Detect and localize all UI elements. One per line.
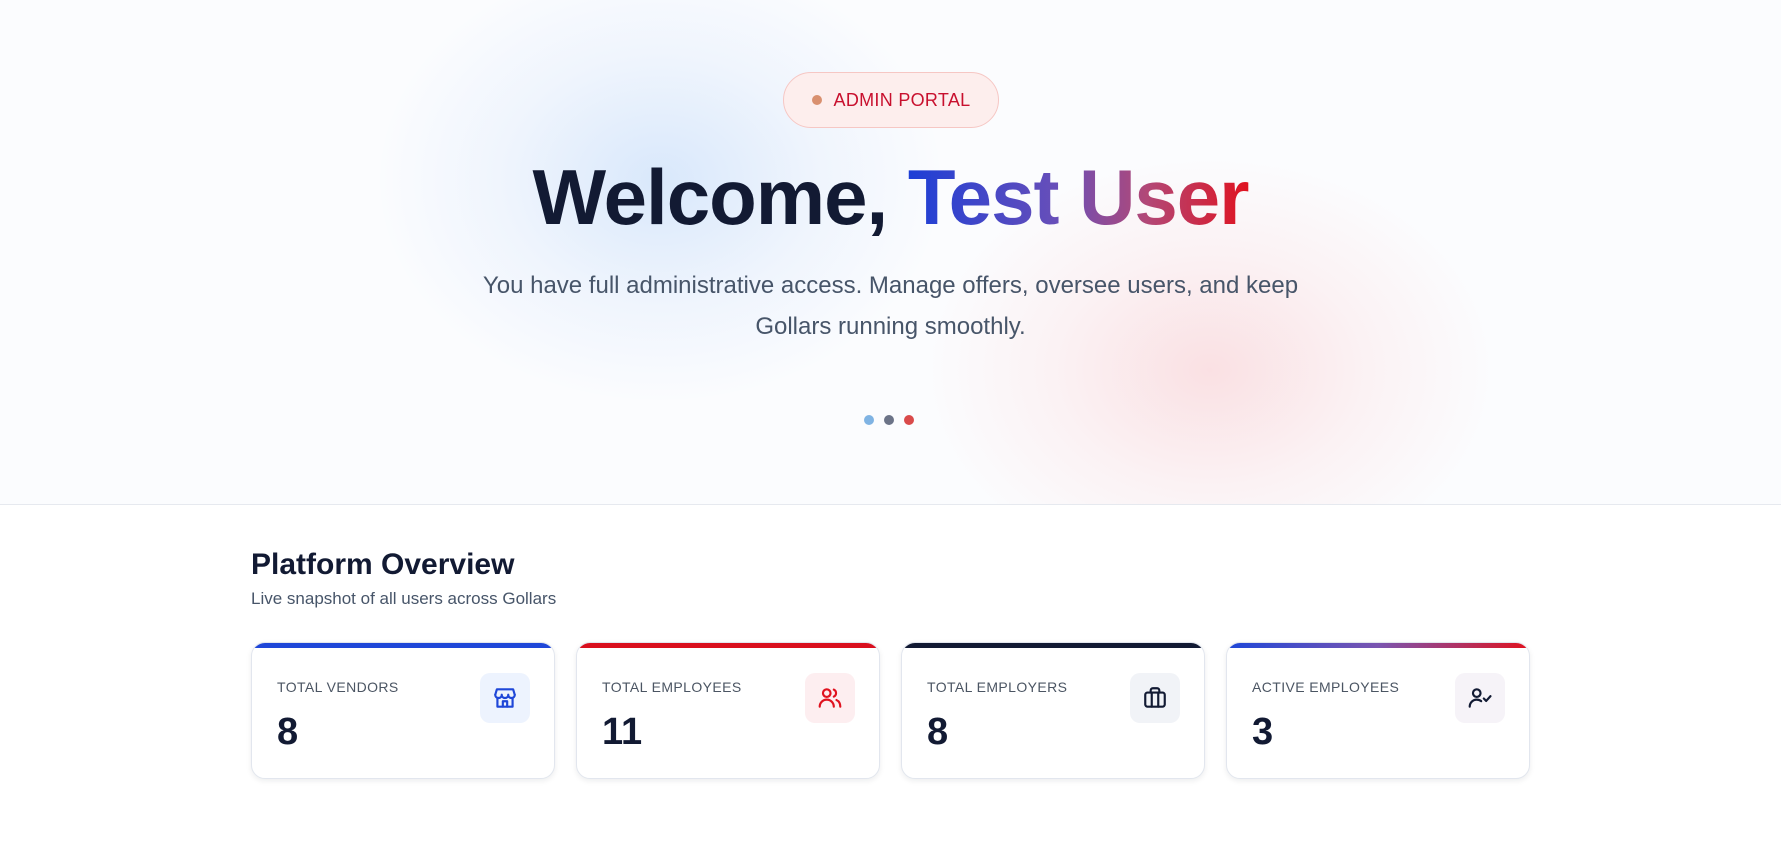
hero-section: ADMIN PORTAL Welcome, Test User You have… [0, 0, 1781, 505]
carousel-dots [864, 415, 914, 425]
stat-card-label: ACTIVE EMPLOYEES [1252, 679, 1400, 695]
badge-label: ADMIN PORTAL [833, 89, 971, 110]
badge-dot-icon [811, 95, 822, 105]
welcome-subtitle-line2: Gollars running smoothly. [755, 313, 1026, 340]
platform-overview: Platform Overview Live snapshot of all u… [251, 546, 1531, 779]
stat-card-label: TOTAL EMPLOYEES [602, 679, 742, 695]
user-check-icon [1455, 673, 1505, 723]
carousel-dot-3[interactable] [904, 415, 914, 425]
overview-subtitle: Live snapshot of all users across Gollar… [251, 589, 557, 608]
stat-card-value: 8 [277, 711, 299, 753]
overview-title: Platform Overview [251, 548, 515, 581]
users-icon [805, 673, 855, 723]
stat-card-value: 8 [927, 711, 949, 753]
stat-card-total-vendors: TOTAL VENDORS 8 [251, 642, 555, 779]
carousel-dot-1[interactable] [864, 415, 874, 425]
card-accent-bar [252, 643, 554, 648]
card-accent-bar [902, 643, 1204, 648]
stat-card-total-employers: TOTAL EMPLOYERS 8 [901, 642, 1205, 779]
stat-card-value: 11 [602, 711, 643, 753]
card-accent-bar [577, 643, 879, 648]
admin-portal-badge: ADMIN PORTAL [783, 72, 999, 128]
welcome-greeting: Welcome, [532, 153, 908, 241]
welcome-user-name: Test User [907, 153, 1250, 241]
welcome-subtitle: You have full administrative access. Man… [470, 265, 1311, 347]
welcome-subtitle-line1: You have full administrative access. Man… [482, 272, 1299, 299]
stats-cards: TOTAL VENDORS 8 TOTAL EMPLOYEES 11 TOTAL… [251, 642, 1530, 779]
briefcase-icon [1130, 673, 1180, 723]
card-accent-bar [1227, 643, 1529, 648]
stat-card-label: TOTAL EMPLOYERS [927, 679, 1068, 695]
stat-card-total-employees: TOTAL EMPLOYEES 11 [576, 642, 880, 779]
carousel-dot-2[interactable] [884, 415, 894, 425]
welcome-title: Welcome, Test User [0, 152, 1781, 242]
stat-card-active-employees: ACTIVE EMPLOYEES 3 [1226, 642, 1530, 779]
stat-card-value: 3 [1252, 711, 1274, 753]
stat-card-label: TOTAL VENDORS [277, 679, 399, 695]
store-icon [480, 673, 530, 723]
